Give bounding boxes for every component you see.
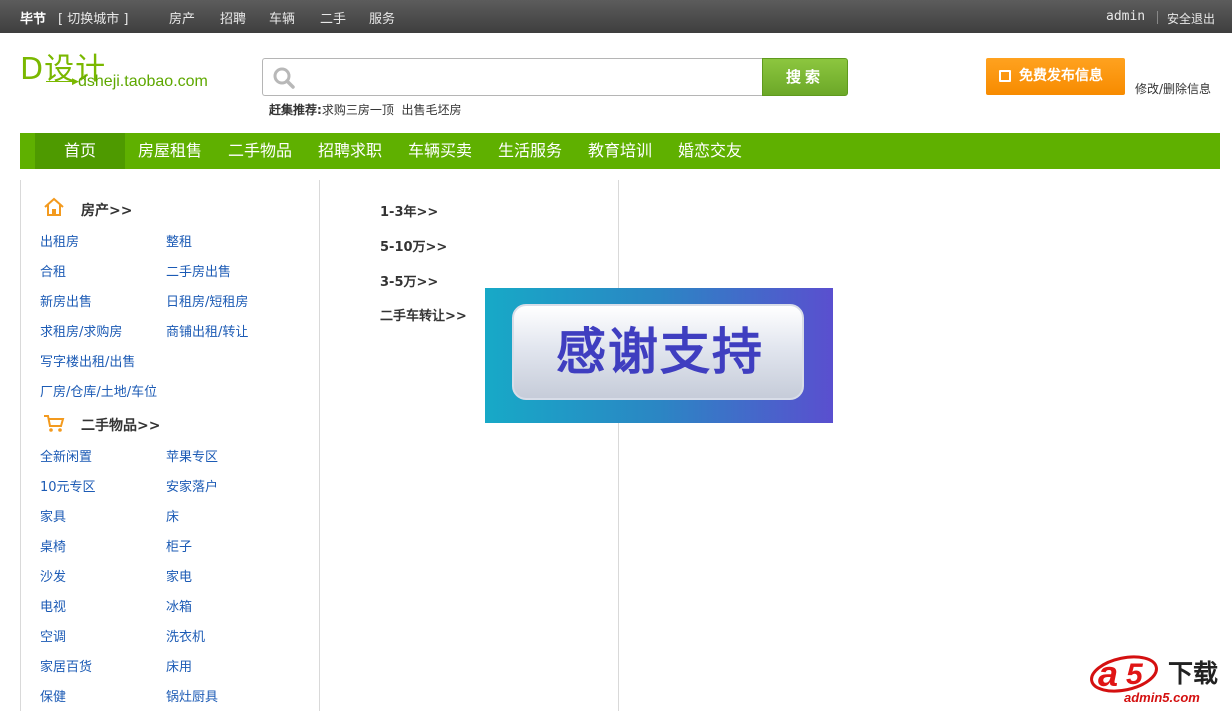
publish-label: 免费发布信息 — [1019, 68, 1103, 84]
category-link[interactable]: 安家落户 — [166, 476, 218, 495]
category-link[interactable]: 新房出售 — [40, 291, 92, 310]
banner-plate: 感谢支持 — [512, 304, 804, 400]
logout-link[interactable]: 安全退出 — [1167, 10, 1215, 27]
nav-vehicles[interactable]: 车辆买卖 — [395, 133, 485, 169]
admin5-logo-icon: a 5 — [1090, 653, 1158, 694]
category-link[interactable]: 空调 — [40, 626, 66, 645]
switch-city-link[interactable]: [ 切换城市 ] — [58, 8, 128, 27]
category-link[interactable]: 求租房/求购房 — [40, 321, 122, 340]
logo-url: dsheji.taobao.com — [78, 73, 208, 90]
category-link[interactable]: 全新闲置 — [40, 446, 92, 465]
nav-education[interactable]: 教育培训 — [575, 133, 665, 169]
category-link[interactable]: 锅灶厨具 — [166, 686, 218, 705]
filter-link[interactable]: 5-10万>> — [380, 236, 447, 255]
watermark-site: admin5.com — [1124, 690, 1200, 705]
column-divider — [319, 180, 320, 711]
current-city: 毕节 — [20, 12, 47, 27]
category-link[interactable]: 整租 — [166, 231, 192, 250]
category-link[interactable]: 家具 — [40, 506, 66, 525]
cart-icon — [44, 415, 65, 432]
nav-life-services[interactable]: 生活服务 — [485, 133, 575, 169]
category-link[interactable]: 出租房 — [40, 231, 79, 250]
svg-text:a: a — [1098, 653, 1118, 694]
category-link[interactable]: 二手房出售 — [166, 261, 231, 280]
filter-link[interactable]: 二手车转让>> — [380, 305, 467, 324]
category-link[interactable]: 家居百货 — [40, 656, 92, 675]
category-link[interactable]: 床 — [166, 506, 179, 525]
column-divider — [618, 180, 619, 711]
column-border — [20, 180, 21, 711]
section-title-secondhand[interactable]: 二手物品>> — [81, 415, 160, 435]
topnav-vehicles[interactable]: 车辆 — [269, 8, 295, 27]
topbar-divider — [1157, 11, 1158, 24]
site-logo[interactable]: D设计 ▶ dsheji.taobao.com — [20, 44, 230, 100]
search-input[interactable] — [262, 58, 763, 96]
category-link[interactable]: 床用 — [166, 656, 192, 675]
edit-delete-link[interactable]: 修改/删除信息 — [1135, 80, 1211, 97]
filter-link[interactable]: 1-3年>> — [380, 201, 438, 220]
category-link[interactable]: 10元专区 — [40, 476, 96, 495]
category-link[interactable]: 家电 — [166, 566, 192, 585]
category-link[interactable]: 厂房/仓库/土地/车位 — [40, 381, 157, 400]
category-link[interactable]: 沙发 — [40, 566, 66, 585]
topnav-services[interactable]: 服务 — [369, 8, 395, 27]
top-bar: 毕节 [ 切换城市 ] 房产 招聘 车辆 二手 服务 admin 安全退出 — [0, 0, 1232, 33]
hot-search-item[interactable]: 求购三房一顶 — [322, 103, 394, 117]
topnav-house[interactable]: 房产 — [169, 8, 195, 27]
topnav-jobs[interactable]: 招聘 — [220, 8, 246, 27]
publish-button[interactable]: 免费发布信息 — [986, 58, 1125, 95]
search-button[interactable]: 搜索 — [762, 58, 848, 96]
nav-dating[interactable]: 婚恋交友 — [665, 133, 755, 169]
main-nav: 首页 房屋租售 二手物品 招聘求职 车辆买卖 生活服务 教育培训 婚恋交友 — [20, 133, 1220, 169]
banner-text: 感谢支持 — [556, 323, 764, 381]
category-link[interactable]: 保健 — [40, 686, 66, 705]
topnav-secondhand[interactable]: 二手 — [320, 8, 346, 27]
category-link[interactable]: 电视 — [40, 596, 66, 615]
hot-searches: 赶集推荐:求购三房一顶 出售毛坯房 — [269, 101, 461, 118]
watermark-download: 下载 — [1168, 659, 1219, 688]
category-link[interactable]: 桌椅 — [40, 536, 66, 555]
filter-link[interactable]: 3-5万>> — [380, 271, 438, 290]
category-link[interactable]: 写字楼出租/出售 — [40, 351, 135, 370]
category-link[interactable]: 商铺出租/转让 — [166, 321, 248, 340]
category-link[interactable]: 日租房/短租房 — [166, 291, 248, 310]
edit-icon — [999, 70, 1011, 82]
nav-home[interactable]: 首页 — [35, 133, 125, 169]
thanks-banner: 感谢支持 — [485, 288, 833, 423]
admin5-watermark: a 5 下载 admin5.com — [1088, 648, 1228, 708]
hot-searches-label: 赶集推荐: — [269, 103, 322, 117]
username-link[interactable]: admin — [1106, 9, 1145, 24]
house-icon — [44, 197, 64, 216]
category-link[interactable]: 洗衣机 — [166, 626, 205, 645]
svg-text:5: 5 — [1126, 658, 1144, 691]
category-link[interactable]: 柜子 — [166, 536, 192, 555]
category-link[interactable]: 合租 — [40, 261, 66, 280]
nav-secondhand[interactable]: 二手物品 — [215, 133, 305, 169]
hot-search-item[interactable]: 出售毛坯房 — [401, 103, 461, 117]
category-link[interactable]: 苹果专区 — [166, 446, 218, 465]
section-title-house[interactable]: 房产>> — [81, 200, 132, 220]
nav-house-rent-sale[interactable]: 房屋租售 — [125, 133, 215, 169]
search-icon — [273, 67, 295, 89]
nav-jobs[interactable]: 招聘求职 — [305, 133, 395, 169]
category-link[interactable]: 冰箱 — [166, 596, 192, 615]
